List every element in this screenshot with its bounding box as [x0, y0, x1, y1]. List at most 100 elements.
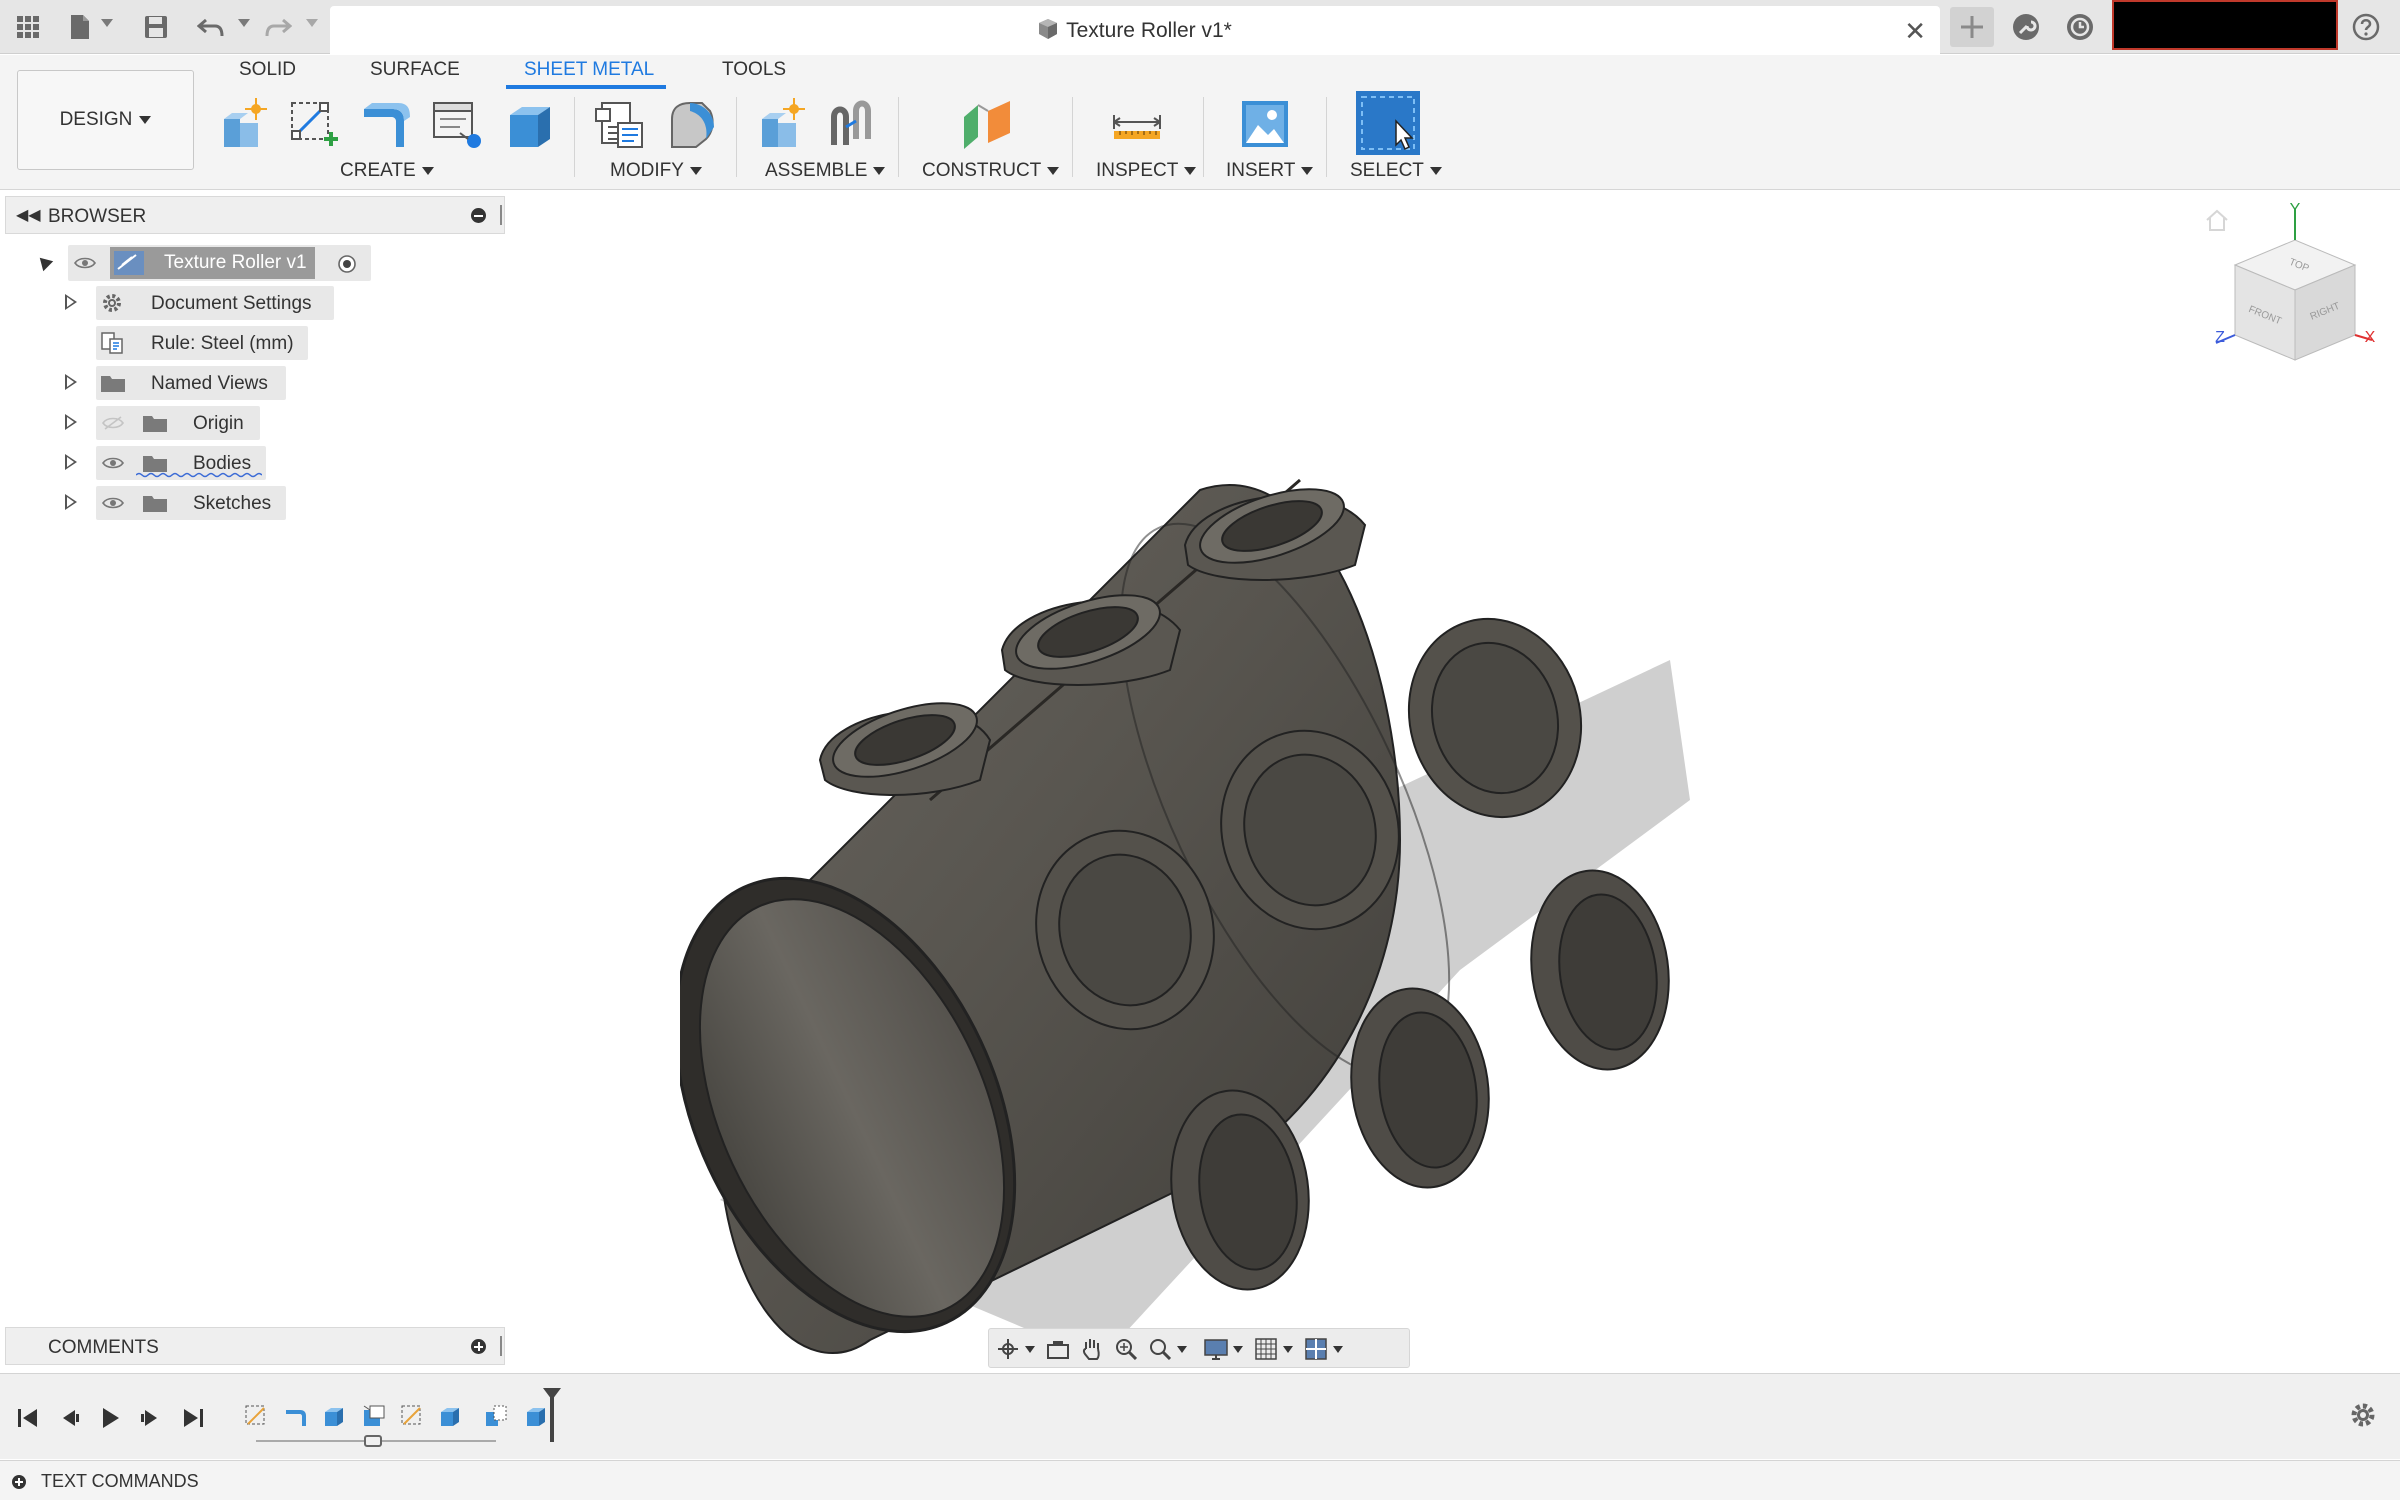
close-tab-icon[interactable]: ✕	[1904, 16, 1926, 47]
timeline-group-handle[interactable]	[364, 1435, 382, 1447]
visibility-eye-icon[interactable]	[102, 496, 124, 510]
expand-text-commands-icon[interactable]	[12, 1475, 26, 1489]
assemble-menu[interactable]: ASSEMBLE	[765, 160, 886, 182]
zoom-window-icon[interactable]	[1147, 1337, 1173, 1361]
grid-settings-icon[interactable]	[1253, 1337, 1279, 1361]
visibility-eye-icon[interactable]	[74, 256, 96, 270]
look-at-icon[interactable]	[1045, 1337, 1071, 1361]
timeline-settings-gear-icon[interactable]	[2348, 1400, 2378, 1430]
document-tab[interactable]: Texture Roller v1* ✕	[330, 6, 1940, 54]
panel-resize-handle[interactable]	[500, 205, 502, 225]
step-back-icon[interactable]	[56, 1405, 82, 1431]
select-icon[interactable]	[1356, 91, 1420, 155]
tab-sheet-metal[interactable]: SHEET METAL	[524, 59, 654, 81]
sheet-metal-rules-icon[interactable]	[590, 95, 648, 153]
text-commands-bar[interactable]: TEXT COMMANDS	[0, 1460, 2400, 1500]
tree-item-sketches[interactable]: Sketches	[96, 486, 286, 520]
viewcube-x-label: X	[2365, 329, 2376, 346]
zoom-menu-caret-icon[interactable]	[1177, 1346, 1187, 1353]
user-account-button[interactable]	[2112, 0, 2338, 50]
tab-solid[interactable]: SOLID	[239, 59, 296, 81]
construct-menu[interactable]: CONSTRUCT	[922, 160, 1060, 182]
timeline-pattern-icon[interactable]	[482, 1402, 510, 1430]
canvas-viewport[interactable]	[0, 190, 2400, 1370]
folder-icon	[143, 416, 167, 432]
new-tab-button[interactable]	[1950, 7, 1994, 47]
inspect-menu[interactable]: INSPECT	[1096, 160, 1197, 182]
joint-icon[interactable]	[824, 95, 882, 153]
go-to-start-icon[interactable]	[15, 1405, 41, 1431]
job-status-icon[interactable]	[2060, 9, 2100, 45]
step-forward-icon[interactable]	[138, 1405, 164, 1431]
redo-menu-caret-icon[interactable]	[306, 19, 318, 27]
expander-collapsed-icon[interactable]	[65, 374, 77, 390]
file-icon[interactable]	[64, 11, 96, 43]
grid-menu-caret-icon[interactable]	[1283, 1346, 1293, 1353]
tree-item-rule[interactable]: Rule: Steel (mm)	[96, 326, 308, 360]
insert-menu[interactable]: INSERT	[1226, 160, 1314, 182]
timeline-extrude-icon[interactable]	[522, 1402, 550, 1430]
insert-image-icon[interactable]	[1236, 95, 1294, 153]
expander-collapsed-icon[interactable]	[65, 414, 77, 430]
texture-roller-model[interactable]	[680, 330, 1710, 1500]
tree-item-origin[interactable]: Origin	[96, 406, 260, 440]
app-grid-icon[interactable]	[12, 11, 44, 43]
display-settings-icon[interactable]	[1203, 1337, 1229, 1361]
expander-collapsed-icon[interactable]	[65, 454, 77, 470]
orbit-menu-caret-icon[interactable]	[1025, 1346, 1035, 1353]
tree-item-document-settings[interactable]: Document Settings	[96, 286, 334, 320]
flange-icon[interactable]	[356, 95, 414, 153]
undo-menu-caret-icon[interactable]	[238, 19, 250, 27]
visibility-eye-icon[interactable]	[102, 456, 124, 470]
timeline-extrude-icon[interactable]	[320, 1402, 348, 1430]
timeline-hole-icon[interactable]	[360, 1402, 388, 1430]
tree-root-row[interactable]: Texture Roller v1	[68, 245, 371, 281]
save-icon[interactable]	[140, 11, 172, 43]
tree-item-bodies[interactable]: Bodies	[96, 446, 266, 480]
new-component-icon[interactable]	[212, 95, 270, 153]
pan-icon[interactable]	[1079, 1337, 1105, 1361]
help-icon[interactable]	[2346, 9, 2386, 45]
browser-panel-header[interactable]: ◀◀ BROWSER	[5, 196, 505, 234]
expander-collapsed-icon[interactable]	[65, 294, 77, 310]
new-component-assemble-icon[interactable]	[752, 95, 810, 153]
activate-radio-icon[interactable]	[337, 254, 357, 274]
panel-minimize-icon[interactable]	[471, 208, 486, 223]
modify-menu[interactable]: MODIFY	[610, 160, 702, 182]
create-sketch-icon[interactable]	[284, 95, 342, 153]
zoom-icon[interactable]	[1113, 1337, 1139, 1361]
convert-to-sheet-metal-icon[interactable]	[428, 95, 486, 153]
measure-icon[interactable]	[1108, 95, 1166, 153]
workspace-switcher-button[interactable]: DESIGN	[17, 70, 194, 170]
select-menu[interactable]: SELECT	[1350, 160, 1442, 182]
expander-collapsed-icon[interactable]	[65, 494, 77, 510]
hidden-eye-icon[interactable]	[102, 416, 124, 430]
display-menu-caret-icon[interactable]	[1233, 1346, 1243, 1353]
panel-resize-handle[interactable]	[500, 1336, 502, 1356]
tab-surface[interactable]: SURFACE	[370, 59, 460, 81]
timeline-extrude-icon[interactable]	[436, 1402, 464, 1430]
viewcube[interactable]: TOP FRONT RIGHT Y Z X	[2200, 200, 2390, 390]
timeline-flange-icon[interactable]	[282, 1402, 310, 1430]
create-menu[interactable]: CREATE	[340, 160, 434, 182]
timeline-sketch-icon[interactable]	[398, 1402, 426, 1430]
extensions-icon[interactable]	[2006, 9, 2046, 45]
panel-expand-icon[interactable]	[471, 1339, 486, 1354]
orbit-icon[interactable]	[995, 1337, 1021, 1361]
play-icon[interactable]	[97, 1405, 123, 1431]
file-menu-caret-icon[interactable]	[101, 19, 113, 27]
tree-item-named-views[interactable]: Named Views	[96, 366, 286, 400]
timeline-sketch-icon[interactable]	[242, 1402, 270, 1430]
undo-icon[interactable]	[195, 11, 227, 43]
unfold-icon[interactable]	[664, 95, 722, 153]
collapse-panel-icon[interactable]: ◀◀	[16, 205, 41, 225]
offset-plane-icon[interactable]	[958, 95, 1016, 153]
go-to-end-icon[interactable]	[180, 1405, 206, 1431]
timeline-marker[interactable]	[543, 1388, 561, 1442]
viewports-icon[interactable]	[1303, 1337, 1329, 1361]
viewports-menu-caret-icon[interactable]	[1333, 1346, 1343, 1353]
tab-tools[interactable]: TOOLS	[722, 59, 786, 81]
comments-panel-header[interactable]: COMMENTS	[5, 1327, 505, 1365]
extrude-icon[interactable]	[500, 95, 558, 153]
redo-icon[interactable]	[262, 11, 294, 43]
